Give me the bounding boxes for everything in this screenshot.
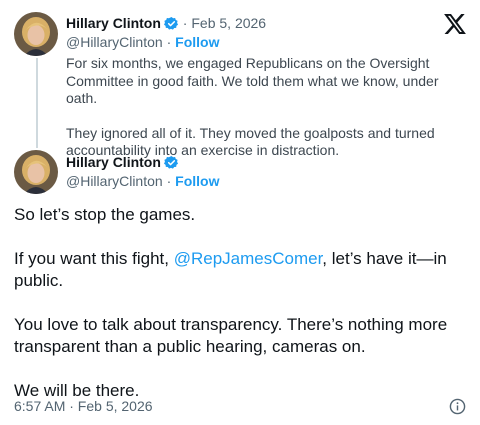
avatar[interactable] (14, 150, 58, 194)
handle-line: @HillaryClinton · Follow (66, 33, 219, 51)
thread-connector-line (36, 58, 38, 148)
x-logo-icon[interactable] (444, 14, 466, 39)
author-line: Hillary Clinton · Feb 5, 2026 (66, 14, 266, 35)
tweet-date[interactable]: Feb 5, 2026 (191, 15, 266, 31)
info-icon[interactable] (449, 398, 466, 420)
tweet-paragraph: For six months, we engaged Republicans o… (66, 55, 439, 106)
main-tweet-text: So let’s stop the games. If you want thi… (14, 204, 470, 424)
tweet-paragraph: You love to talk about transparency. The… (14, 315, 448, 356)
separator: · (182, 15, 188, 31)
separator: · (166, 34, 172, 50)
separator: · (166, 173, 172, 189)
mention-link[interactable]: @RepJamesComer (174, 249, 323, 268)
author-handle[interactable]: @HillaryClinton (66, 34, 163, 50)
author-name[interactable]: Hillary Clinton (66, 154, 161, 170)
text-segment: If you want this fight, (14, 249, 174, 268)
author-handle[interactable]: @HillaryClinton (66, 173, 163, 189)
author-name[interactable]: Hillary Clinton (66, 15, 161, 31)
tweet-paragraph: If you want this fight, @RepJamesComer, … (14, 248, 470, 292)
avatar[interactable] (14, 12, 58, 56)
tweet-card: Hillary Clinton · Feb 5, 2026 @HillaryCl… (0, 0, 480, 425)
tweet-paragraph: So let’s stop the games. (14, 205, 196, 224)
follow-button[interactable]: Follow (175, 173, 219, 189)
handle-line: @HillaryClinton · Follow (66, 172, 219, 190)
tweet-timestamp[interactable]: 6:57 AM · Feb 5, 2026 (14, 398, 153, 414)
follow-button[interactable]: Follow (175, 34, 219, 50)
author-line: Hillary Clinton (66, 153, 179, 174)
